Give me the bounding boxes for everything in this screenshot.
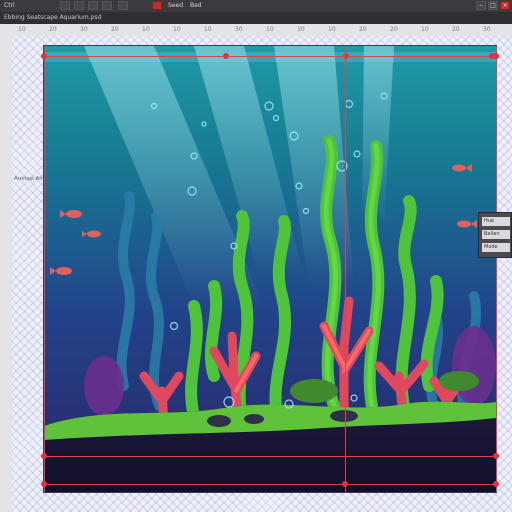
ruler-tick-label: 10 [204, 26, 212, 33]
ruler-tick-label: 20 [452, 26, 460, 33]
guide-line-right[interactable] [496, 46, 497, 492]
underwater-artwork [44, 46, 496, 492]
panel-title: Hue [482, 217, 510, 226]
floating-panel[interactable]: Hue Ballan Mode [478, 212, 512, 258]
file-button[interactable] [60, 1, 70, 10]
seed-label: Seed [168, 2, 183, 9]
panel-row[interactable]: Ballan [482, 230, 510, 239]
ruler-tick-label: 20 [390, 26, 398, 33]
ruler-tick-label: 20 [49, 26, 57, 33]
layer-button[interactable] [118, 1, 128, 10]
bed-label: Bed [190, 2, 202, 9]
guide-line-base[interactable] [44, 484, 496, 485]
guide-handle[interactable] [342, 481, 348, 487]
image-button[interactable] [102, 1, 112, 10]
document-tab[interactable]: Ebbing Seatscape Aquarium.psd [4, 13, 101, 22]
guide-line-mid[interactable] [345, 46, 346, 492]
ruler-tick-label: 10 [142, 26, 150, 33]
ruler-tick-label: 20 [359, 26, 367, 33]
ruler-tick-label: 20 [111, 26, 119, 33]
guide-line-bottom[interactable] [44, 456, 496, 457]
guide-handle[interactable] [41, 481, 47, 487]
close-button[interactable]: × [500, 1, 510, 10]
maximize-button[interactable]: □ [488, 1, 498, 10]
panel-row[interactable]: Mode [482, 243, 510, 252]
ruler-tick-label: 30 [235, 26, 243, 33]
ruler-tick-label: 10 [328, 26, 336, 33]
guide-handle[interactable] [493, 453, 499, 459]
guide-handle[interactable] [41, 453, 47, 459]
app-menu-item[interactable]: Ctrl [4, 1, 15, 10]
document-canvas[interactable] [44, 46, 496, 492]
ruler-tick-label: 10 [173, 26, 181, 33]
guide-handle[interactable] [493, 481, 499, 487]
document-tab-bar: Ebbing Seatscape Aquarium.psd [0, 12, 512, 24]
guide-handle[interactable] [41, 53, 47, 59]
ruler-tick-label: 10 [421, 26, 429, 33]
record-button[interactable] [152, 1, 162, 10]
ruler-tick-label: 30 [297, 26, 305, 33]
ruler-tick-label: 10 [18, 26, 26, 33]
guide-line-top[interactable] [44, 56, 496, 57]
ruler-tick-label: 30 [483, 26, 491, 33]
ruler-tick-label: 30 [80, 26, 88, 33]
view-button[interactable] [88, 1, 98, 10]
edit-button[interactable] [74, 1, 84, 10]
ruler-tick-label: 10 [266, 26, 274, 33]
guide-line-left[interactable] [44, 46, 45, 492]
minimize-button[interactable]: – [476, 1, 486, 10]
guide-handle[interactable] [493, 53, 499, 59]
